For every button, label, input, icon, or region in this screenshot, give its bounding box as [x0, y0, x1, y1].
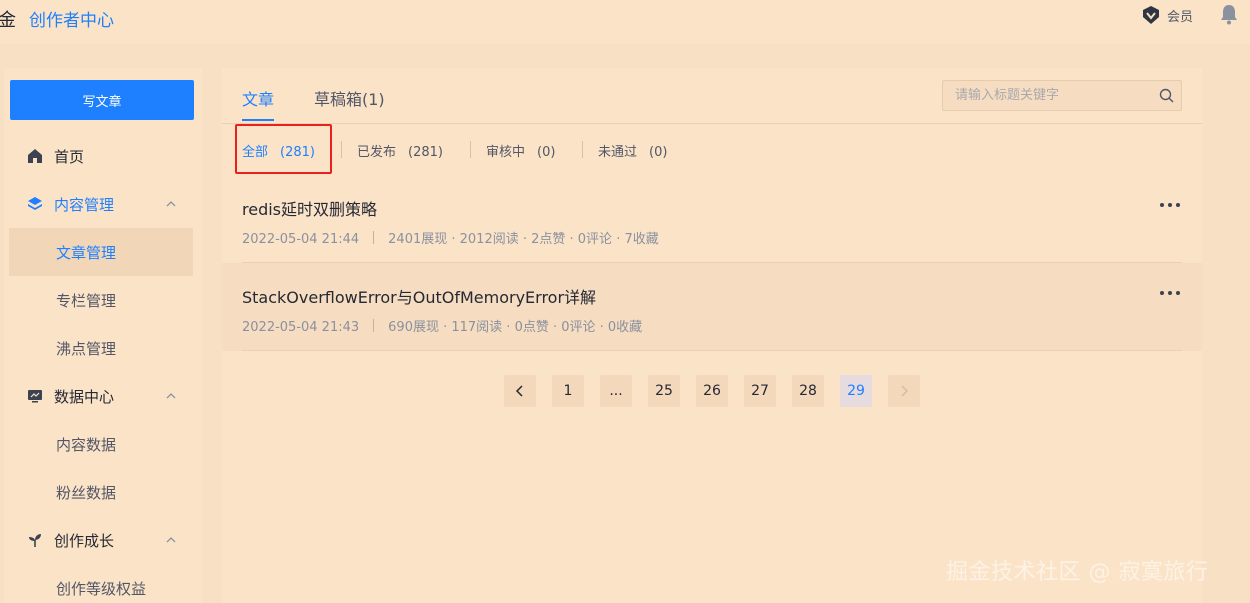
- juejin-logo[interactable]: 金: [0, 6, 16, 32]
- main-panel: 文章 草稿箱(1) 全部(281) 已发布(281) 审核中(0) 未通过(0)…: [222, 68, 1202, 603]
- article-meta: 2022-05-04 21:44 2401展现 · 2012阅读 · 2点赞 · …: [242, 228, 659, 247]
- article-date: 2022-05-04 21:44: [242, 232, 360, 247]
- sidebar-item-follower-data[interactable]: 粉丝数据: [9, 468, 193, 516]
- article-stats: 690展现 · 117阅读 · 0点赞 · 0评论 · 0收藏: [388, 320, 643, 335]
- sidebar-item-label: 数据中心: [54, 387, 115, 406]
- page-button[interactable]: 27: [744, 375, 776, 407]
- sprout-icon: [29, 534, 41, 547]
- page-button[interactable]: 25: [648, 375, 680, 407]
- search-input[interactable]: [943, 81, 1143, 110]
- filter-count: (281): [408, 145, 443, 160]
- tabs-divider: [222, 123, 1202, 124]
- filter-rejected[interactable]: 未通过 (0): [598, 141, 667, 160]
- vip-badge-icon: [1143, 6, 1159, 24]
- meta-separator: [373, 319, 375, 332]
- chevron-left-icon: [515, 385, 523, 397]
- chevron-right-icon: [901, 385, 909, 397]
- tab-drafts[interactable]: 草稿箱(1): [314, 86, 385, 110]
- page-button[interactable]: 1: [552, 375, 584, 407]
- filter-label: 未通过: [598, 145, 638, 160]
- page-ellipsis[interactable]: ...: [600, 375, 632, 407]
- watermark: 掘金技术社区 @ 寂寞旅行: [946, 560, 1209, 585]
- home-icon: [28, 149, 42, 163]
- sidebar-item-label: 创作成长: [54, 531, 115, 550]
- sidebar-item-label: 粉丝数据: [56, 483, 117, 502]
- brand-title[interactable]: 创作者中心: [29, 6, 114, 31]
- chevron-up-icon: [166, 393, 176, 399]
- sidebar-item-content-data[interactable]: 内容数据: [9, 420, 193, 468]
- sidebar-item-label: 文章管理: [56, 243, 117, 262]
- vip-label: 会员: [1167, 9, 1194, 25]
- meta-separator: [373, 231, 375, 244]
- article-title[interactable]: StackOverflowError与OutOfMemoryError详解: [242, 284, 596, 308]
- chevron-up-icon: [166, 537, 176, 543]
- filter-label: 审核中: [486, 145, 526, 160]
- more-options-icon[interactable]: [1159, 201, 1181, 209]
- top-header: 金 创作者中心 会员: [0, 0, 1250, 44]
- sidebar-item-article-management[interactable]: 文章管理: [9, 228, 193, 276]
- sidebar-item-column-management[interactable]: 专栏管理: [9, 276, 193, 324]
- sidebar-group-content-management[interactable]: 内容管理: [9, 180, 193, 228]
- filter-label: 已发布: [357, 145, 397, 160]
- next-page-button[interactable]: [888, 375, 920, 407]
- search-icon[interactable]: [1159, 88, 1174, 103]
- sidebar-group-data-center[interactable]: 数据中心: [9, 372, 193, 420]
- sidebar-item-label: 内容管理: [54, 195, 115, 214]
- search-box: [942, 80, 1182, 111]
- filter-under-review[interactable]: 审核中 (0): [486, 141, 555, 160]
- more-options-icon[interactable]: [1159, 289, 1181, 297]
- sidebar-item-label: 内容数据: [56, 435, 117, 454]
- filter-separator: [341, 141, 342, 158]
- article-row[interactable]: redis延时双删策略 2022-05-04 21:44 2401展现 · 201…: [222, 175, 1202, 263]
- filter-separator: [470, 141, 471, 158]
- sidebar-item-label: 首页: [54, 147, 85, 166]
- tab-articles[interactable]: 文章: [242, 86, 274, 110]
- article-title[interactable]: redis延时双删策略: [242, 196, 377, 220]
- sidebar-group-creator-growth[interactable]: 创作成长: [9, 516, 193, 564]
- red-annotation-box: [235, 124, 332, 174]
- filter-published[interactable]: 已发布 (281): [357, 141, 443, 160]
- article-date: 2022-05-04 21:43: [242, 320, 360, 335]
- row-divider: [242, 350, 1182, 351]
- sidebar-item-label: 专栏管理: [56, 291, 117, 310]
- notification-bell-icon[interactable]: [1219, 3, 1239, 25]
- sidebar-item-creator-level-benefits[interactable]: 创作等级权益: [9, 564, 193, 603]
- sidebar: 写文章 首页 内容管理 文章管理 专栏管理 沸点管理 数据中心 内容数据 粉丝数…: [4, 68, 202, 603]
- filter-count: (0): [537, 145, 556, 160]
- sidebar-item-label: 创作等级权益: [56, 579, 147, 598]
- filter-separator: [582, 141, 583, 158]
- page-button[interactable]: 28: [792, 375, 824, 407]
- monitor-chart-icon: [28, 390, 42, 403]
- layers-icon: [28, 197, 42, 210]
- active-tab-indicator: [242, 119, 274, 121]
- page-button-current[interactable]: 29: [840, 375, 872, 407]
- sidebar-item-pins-management[interactable]: 沸点管理: [9, 324, 193, 372]
- article-stats: 2401展现 · 2012阅读 · 2点赞 · 0评论 · 7收藏: [388, 232, 659, 247]
- prev-page-button[interactable]: [504, 375, 536, 407]
- pagination: 1 ... 25 26 27 28 29: [504, 375, 924, 407]
- chevron-up-icon: [166, 201, 176, 207]
- sidebar-item-label: 沸点管理: [56, 339, 117, 358]
- write-article-button[interactable]: 写文章: [10, 80, 194, 120]
- filter-count: (0): [649, 145, 668, 160]
- article-row[interactable]: StackOverflowError与OutOfMemoryError详解 20…: [222, 263, 1202, 351]
- page-button[interactable]: 26: [696, 375, 728, 407]
- vip-member-link[interactable]: 会员: [1141, 5, 1193, 25]
- sidebar-item-home[interactable]: 首页: [9, 132, 193, 180]
- article-meta: 2022-05-04 21:43 690展现 · 117阅读 · 0点赞 · 0评…: [242, 316, 642, 335]
